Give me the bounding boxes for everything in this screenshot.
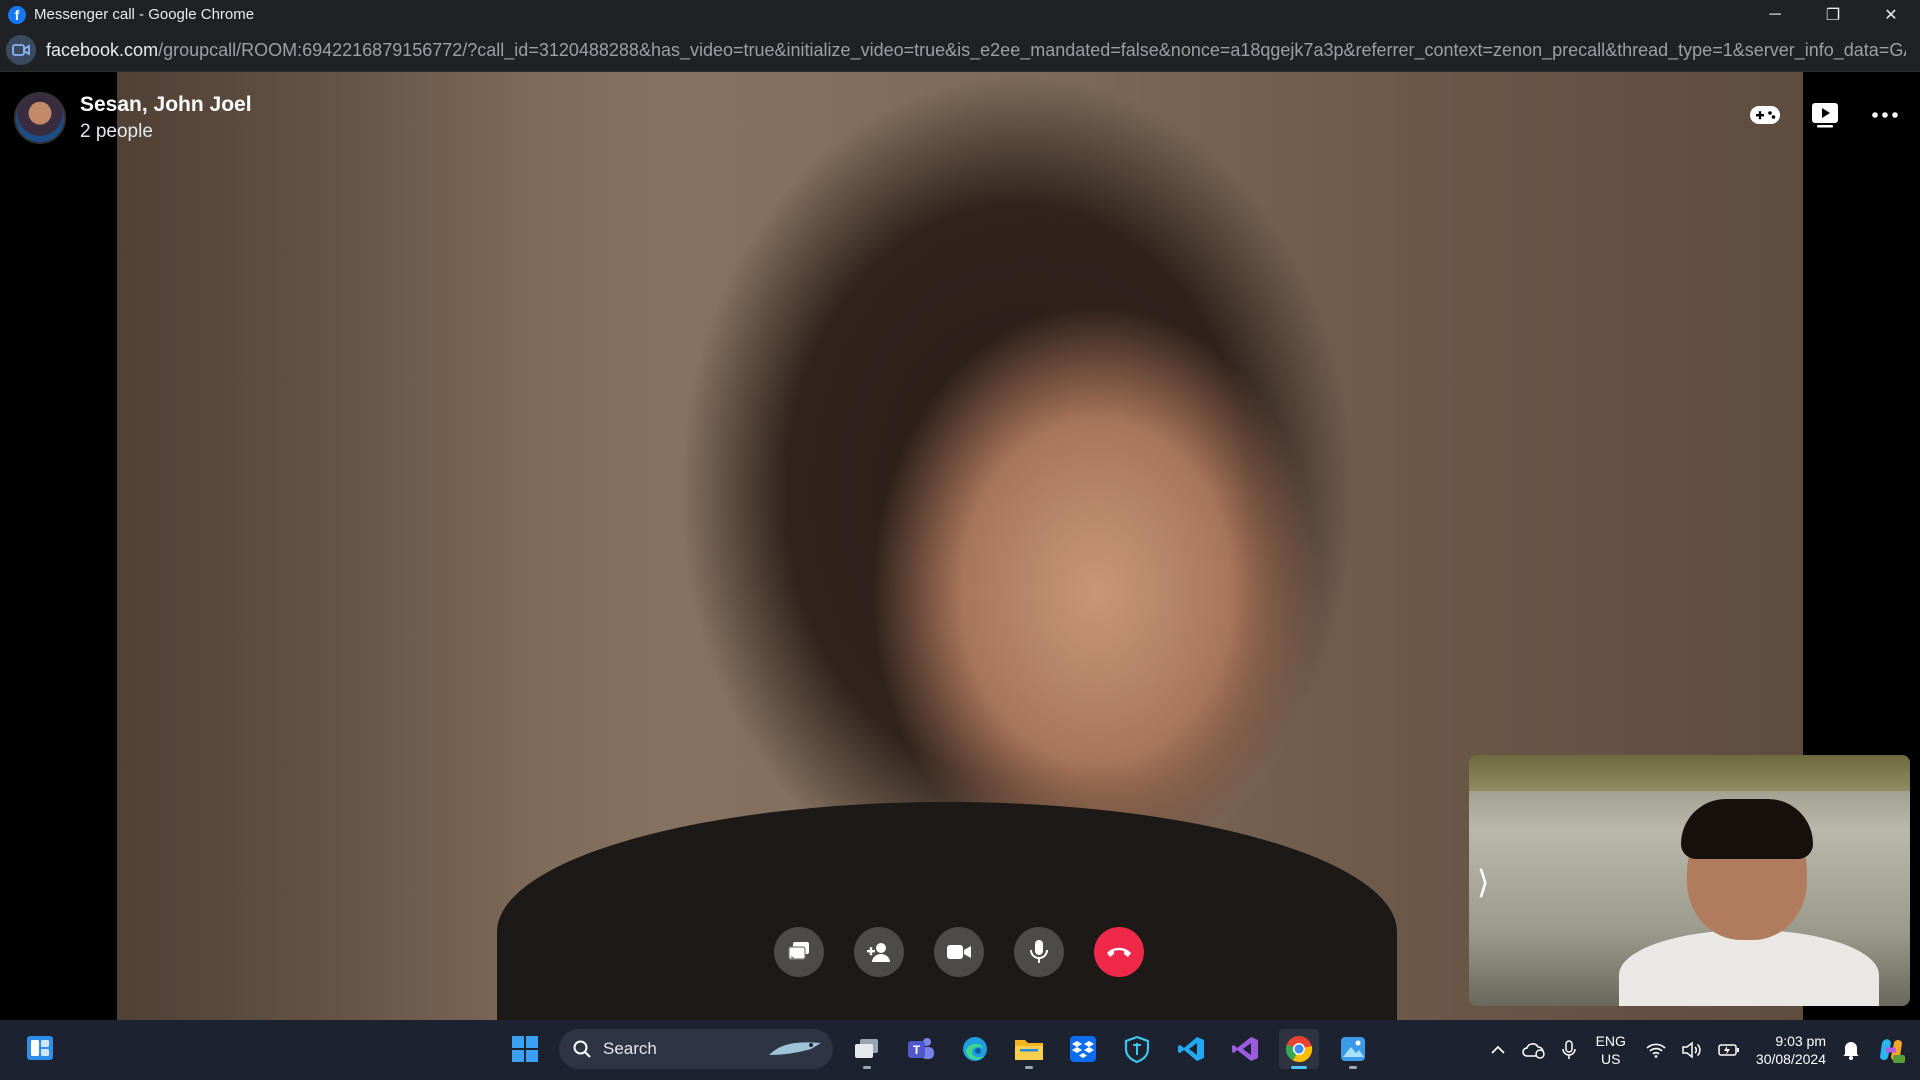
task-view-button[interactable]: [847, 1029, 887, 1069]
microphone-icon: [1030, 940, 1048, 963]
start-button[interactable]: [505, 1029, 545, 1069]
shield-app[interactable]: [1117, 1029, 1157, 1069]
more-options-icon[interactable]: [1868, 98, 1902, 132]
search-highlight-icon: [769, 1042, 821, 1055]
restore-button[interactable]: ❐: [1804, 0, 1862, 29]
url-path: /groupcall/ROOM:6942216879156772/?call_i…: [158, 39, 1906, 60]
active-indicator: [1291, 1066, 1307, 1069]
camera-button[interactable]: [934, 927, 984, 977]
edge-icon: [963, 1037, 987, 1061]
self-view-hair: [1681, 799, 1813, 859]
watch-together-icon[interactable]: [1808, 98, 1842, 132]
window-title: Messenger call - Google Chrome: [34, 6, 255, 23]
search-label: Search: [603, 1039, 657, 1058]
self-view-shirt: [1619, 930, 1879, 1006]
call-area: Sesan, John Joel 2 people ⟩: [0, 72, 1920, 1020]
language-code: ENG: [1595, 1033, 1626, 1049]
language-indicator[interactable]: ENG US: [1596, 1032, 1626, 1068]
call-top-actions: [1748, 98, 1902, 132]
participant-count: 2 people: [80, 121, 153, 142]
running-indicator: [863, 1066, 871, 1069]
video-call-site-icon[interactable]: [6, 35, 36, 65]
caller-info: Sesan, John Joel 2 people: [14, 92, 252, 144]
vscode-app[interactable]: [1171, 1029, 1211, 1069]
taskbar-apps: Search T: [505, 1029, 1373, 1069]
widgets-icon[interactable]: [24, 1032, 56, 1064]
taskbar-search[interactable]: Search: [559, 1029, 833, 1069]
copilot-icon[interactable]: [1876, 1035, 1906, 1065]
taskbar: Search T ENG US 9:03 pm 30/08/2024: [0, 1020, 1920, 1080]
teams-icon: T: [908, 1038, 934, 1059]
microphone-tray-icon[interactable]: [1561, 1040, 1576, 1060]
onedrive-icon[interactable]: [1521, 1041, 1546, 1059]
add-person-icon: [867, 943, 890, 962]
photos-app[interactable]: [1333, 1029, 1373, 1069]
system-tray: ENG US 9:03 pm 30/08/2024: [1482, 1020, 1920, 1080]
chrome-app[interactable]: [1279, 1029, 1319, 1069]
title-bar: f Messenger call - Google Chrome ─ ❐ ✕: [0, 0, 1920, 29]
add-person-button[interactable]: [854, 927, 904, 977]
microphone-button[interactable]: [1014, 927, 1064, 977]
clock-time: 9:03 pm: [1775, 1033, 1826, 1049]
self-view-video[interactable]: ⟩: [1469, 755, 1910, 1006]
window-controls: ─ ❐ ✕: [1746, 0, 1920, 29]
running-indicator: [1025, 1066, 1033, 1069]
facebook-icon: f: [8, 5, 26, 24]
running-indicator: [1349, 1066, 1357, 1069]
shield-icon: [1124, 1035, 1150, 1063]
svg-text:T: T: [913, 1043, 921, 1057]
self-view-ceiling: [1469, 755, 1910, 791]
edge-app[interactable]: [955, 1029, 995, 1069]
visual-studio-app[interactable]: [1225, 1029, 1265, 1069]
windows-logo-icon: [512, 1036, 538, 1062]
hang-up-icon: [1107, 947, 1131, 957]
chrome-icon: [1285, 1036, 1313, 1063]
url-text[interactable]: facebook.com/groupcall/ROOM:694221687915…: [46, 40, 1906, 61]
clock[interactable]: 9:03 pm 30/08/2024: [1756, 1032, 1826, 1068]
avatar[interactable]: [14, 92, 66, 144]
share-screen-button[interactable]: [774, 927, 824, 977]
call-controls: [774, 927, 1144, 977]
camera-icon: [947, 945, 971, 959]
battery-icon[interactable]: [1718, 1043, 1740, 1057]
share-screen-icon: [788, 942, 809, 961]
url-domain: facebook.com: [46, 39, 159, 60]
vscode-icon: [1178, 1037, 1204, 1061]
address-bar[interactable]: facebook.com/groupcall/ROOM:694221687915…: [0, 29, 1920, 72]
close-button[interactable]: ✕: [1862, 0, 1920, 29]
games-icon[interactable]: [1748, 98, 1782, 132]
notification-bell-icon[interactable]: [1842, 1040, 1860, 1060]
teams-app[interactable]: T: [901, 1029, 941, 1069]
search-icon: [573, 1040, 591, 1058]
minimize-button[interactable]: ─: [1746, 0, 1804, 29]
clock-date: 30/08/2024: [1755, 1051, 1826, 1067]
task-view-icon: [855, 1039, 878, 1058]
collapse-self-view-icon[interactable]: ⟩: [1477, 863, 1489, 901]
dropbox-app[interactable]: [1063, 1029, 1103, 1069]
volume-icon[interactable]: [1682, 1041, 1702, 1059]
caller-name: Sesan, John Joel: [80, 93, 252, 116]
end-call-button[interactable]: [1094, 927, 1144, 977]
keyboard-region: US: [1601, 1051, 1621, 1067]
dropbox-icon: [1070, 1036, 1096, 1062]
file-explorer-app[interactable]: [1009, 1029, 1049, 1069]
chevron-up-icon[interactable]: [1490, 1045, 1506, 1055]
folder-icon: [1015, 1040, 1043, 1060]
visual-studio-icon: [1232, 1037, 1258, 1061]
photos-icon: [1341, 1037, 1365, 1061]
wifi-icon[interactable]: [1646, 1042, 1666, 1058]
